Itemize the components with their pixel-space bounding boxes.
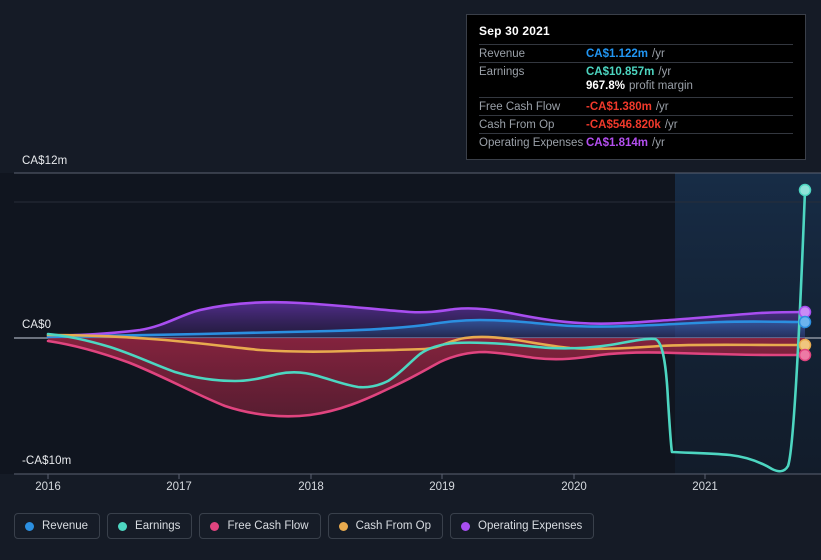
endpoint-earnings [798, 183, 812, 197]
legend-item-free-cash-flow[interactable]: Free Cash Flow [199, 513, 321, 539]
tooltip-unit-free-cash-flow: /yr [655, 101, 669, 113]
legend-item-operating-expenses[interactable]: Operating Expenses [450, 513, 595, 539]
legend-dot-cash-from-op-icon [338, 521, 348, 531]
x-axis-label-2021: 2021 [692, 481, 718, 493]
legend-label-revenue: Revenue [42, 520, 89, 532]
endpoint-free-cash-flow [798, 348, 812, 362]
x-tick-marks [47, 474, 706, 479]
tooltip-value-free-cash-flow: -CA$1.380m [586, 101, 652, 113]
tooltip-row-cash-from-op: Cash From Op -CA$546.820k /yr [479, 115, 793, 133]
legend-dot-operating-expenses-icon [461, 521, 471, 531]
legend-label-free-cash-flow: Free Cash Flow [227, 520, 309, 532]
financial-performance-chart: CA$12m CA$0 -CA$10m 2016 2017 2018 2019 … [0, 0, 821, 560]
tooltip-row-revenue: Revenue CA$1.122m /yr [479, 44, 793, 62]
legend-dot-earnings-icon [118, 521, 128, 531]
tooltip-date: Sep 30 2021 [479, 24, 550, 38]
tooltip-row-earnings: Earnings CA$10.857m /yr [479, 62, 793, 80]
tooltip-label-revenue: Revenue [479, 48, 526, 60]
y-axis-label-top: CA$12m [22, 155, 68, 167]
x-axis-label-2017: 2017 [166, 481, 192, 493]
legend-dot-free-cash-flow-icon [210, 521, 220, 531]
tooltip-unit-cash-from-op: /yr [664, 119, 678, 131]
tooltip-sub-profit-margin: profit margin [629, 80, 693, 92]
x-axis-label-2019: 2019 [429, 481, 455, 493]
tooltip-unit-operating-expenses: /yr [652, 137, 665, 149]
legend-label-cash-from-op: Cash From Op [355, 520, 432, 532]
tooltip-label-cash-from-op: Cash From Op [479, 119, 555, 131]
tooltip-label-earnings: Earnings [479, 66, 525, 78]
tooltip-label-operating-expenses: Operating Expenses [479, 137, 584, 149]
y-axis-label-bottom: -CA$10m [22, 455, 72, 467]
chart-legend: Revenue Earnings Free Cash Flow Cash Fro… [14, 513, 595, 539]
tooltip-value-profit-margin: 967.8% [586, 80, 626, 92]
endpoint-revenue [798, 315, 812, 329]
legend-label-operating-expenses: Operating Expenses [478, 520, 583, 532]
tooltip-value-cash-from-op: -CA$546.820k [586, 119, 661, 131]
legend-item-revenue[interactable]: Revenue [14, 513, 101, 539]
x-axis-label-2020: 2020 [561, 481, 587, 493]
tooltip-value-revenue: CA$1.122m [586, 48, 649, 60]
chart-tooltip: Sep 30 2021 Revenue CA$1.122m /yr Earnin… [466, 14, 806, 160]
tooltip-label-free-cash-flow: Free Cash Flow [479, 101, 561, 113]
y-axis-label-zero: CA$0 [22, 319, 52, 331]
tooltip-unit-earnings: /yr [658, 66, 672, 78]
tooltip-row-operating-expenses: Operating Expenses CA$1.814m /yr [479, 133, 793, 151]
tooltip-value-operating-expenses: CA$1.814m [586, 137, 649, 149]
x-axis-label-2016: 2016 [35, 481, 61, 493]
tooltip-unit-revenue: /yr [652, 48, 665, 60]
tooltip-row-free-cash-flow: Free Cash Flow -CA$1.380m /yr [479, 97, 793, 115]
tooltip-row-profit-margin: 967.8% profit margin [479, 80, 793, 97]
legend-dot-revenue-icon [25, 521, 34, 531]
legend-item-earnings[interactable]: Earnings [107, 513, 193, 539]
legend-label-earnings: Earnings [135, 520, 181, 532]
x-axis-label-2018: 2018 [298, 481, 324, 493]
tooltip-value-earnings: CA$10.857m [586, 66, 655, 78]
legend-item-cash-from-op[interactable]: Cash From Op [327, 513, 444, 539]
